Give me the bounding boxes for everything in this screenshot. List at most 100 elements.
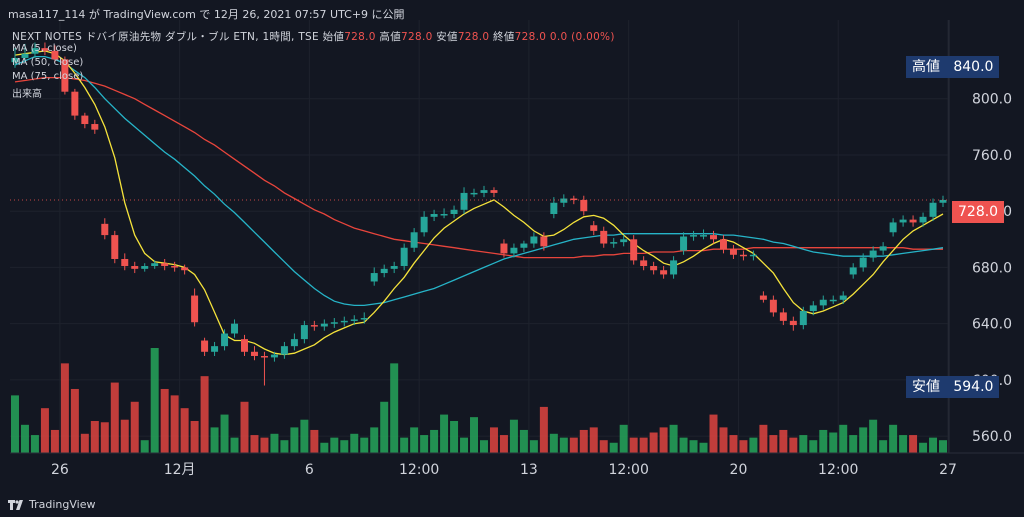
volume-bar [190,420,199,453]
candle-body [660,270,668,275]
volume-bar [909,435,918,453]
candle-body [640,260,648,267]
volume-bar [10,395,19,453]
candle-body [839,295,847,300]
volume-bar [789,437,798,453]
candle-body [570,198,578,201]
candle-body [340,320,348,323]
volume-bar [879,440,888,453]
volume-bar [799,435,808,453]
x-tick-label: 12月 [164,462,196,478]
candle-body [430,214,438,217]
volume-bar [420,435,429,453]
volume-bar [250,435,259,453]
volume-bar [430,429,439,453]
volume-bar [290,427,299,453]
candle-body [101,223,109,236]
volume-bar [270,433,279,453]
candle-body [500,243,508,254]
volume-bar [809,440,818,453]
volume-bar [719,427,728,453]
volume-bar [320,442,329,453]
volume-bar [80,433,89,453]
candle-body [171,266,179,268]
x-tick-label: 6 [305,462,314,478]
candle-body [859,257,867,268]
x-tick-label: 12:00 [609,462,649,478]
x-tick-label: 27 [939,462,957,478]
close-label: 終値 [493,31,515,43]
candle-body [330,322,338,324]
chart-frame: 560.0600.0640.0680.0720.0760.0800.02612月… [0,0,1024,517]
volume-bar [559,437,568,453]
y-tick-label: 800.0 [972,92,1012,108]
y-tick-label: 760.0 [972,148,1012,164]
volume-bar [549,433,558,453]
candle-body [280,346,288,355]
volume-bar [759,424,768,453]
candle-body [899,219,907,223]
candle-body [71,91,79,116]
candle-body [520,243,528,248]
volume-bar [569,437,578,453]
candle-body [181,267,189,271]
price-chart[interactable]: 560.0600.0640.0680.0720.0760.0800.02612月… [0,0,1024,517]
candle-body [320,323,328,327]
volume-bar [60,363,69,453]
candle-body [270,354,278,358]
candle-body [380,268,388,274]
volume-bar [709,414,718,453]
volume-bar [350,433,359,453]
candle-body [290,339,298,347]
symbol-name: NEXT NOTES ドバイ原油先物 ダブル・ブル ETN, 1時間, TSE [12,31,319,43]
open-label: 始値 [322,31,345,43]
footer-brand-label: TradingView [29,498,96,511]
legend-ma75[interactable]: MA (75, close) [12,71,83,82]
legend-volume[interactable]: 出来高 [12,85,42,100]
volume-bar [450,420,459,453]
low-price-label: 安値 594.0 [906,376,1000,398]
candle-body [759,295,767,300]
volume-bar [330,437,339,453]
x-tick-label: 20 [730,462,748,478]
volume-bar [280,440,289,453]
volume-bar [380,401,389,453]
candle-body [141,266,149,269]
low-value: 728.0 [457,31,490,43]
symbol-ohlc-line: NEXT NOTES ドバイ原油先物 ダブル・ブル ETN, 1時間, TSE … [12,29,615,44]
low-label: 安値 [436,31,458,43]
change-value: 0.0 (0.00%) [549,31,615,43]
volume-bar [110,382,119,453]
volume-bar [30,435,39,453]
low-price-name: 安値 [912,379,940,395]
volume-bar [180,408,189,453]
volume-bar [849,435,858,453]
volume-bar [499,435,508,453]
volume-bar [470,417,479,453]
volume-bar [539,406,548,453]
candle-body [819,299,827,306]
footer-brand[interactable]: TradingView [8,498,95,511]
volume-bar [220,414,229,453]
volume-bar [509,419,518,453]
candle-body [909,219,917,223]
candle-body [889,222,897,233]
candle-body [450,209,458,215]
volume-bar [440,414,449,453]
candle-body [470,192,478,195]
volume-bar [40,408,49,453]
candle-body [111,235,119,259]
volume-bar [150,348,159,453]
volume-bar [859,427,868,453]
candle-body [789,320,797,326]
volume-bar [160,388,169,453]
ma75-line [14,76,943,259]
legend-ma5[interactable]: MA (5, close) [12,43,77,54]
volume-bar [90,420,99,453]
volume-bar [130,401,139,453]
volume-bar [729,435,738,453]
volume-bar [869,419,878,453]
open-value: 728.0 [344,31,376,43]
legend-ma50[interactable]: MA (50, close) [12,57,83,68]
candle-body [869,250,877,258]
